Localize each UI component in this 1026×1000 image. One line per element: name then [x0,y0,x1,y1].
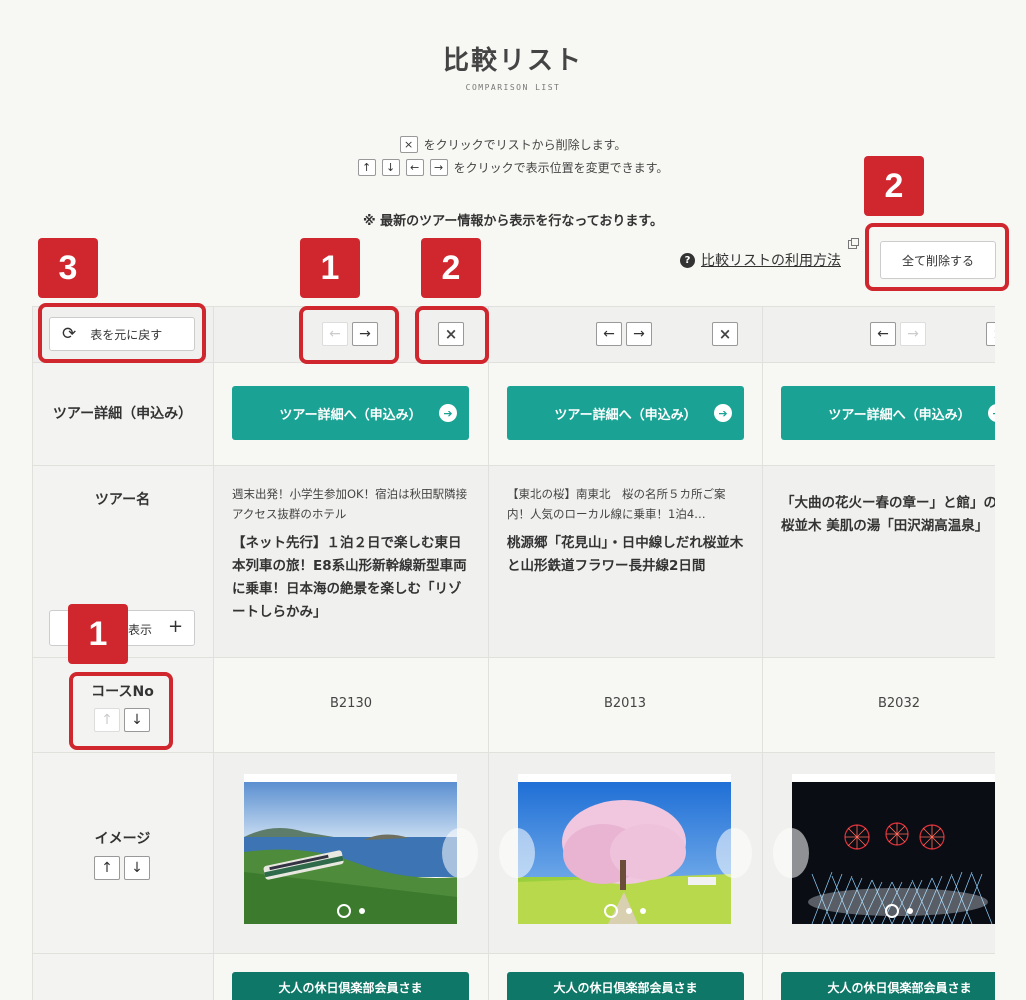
carousel-dot[interactable] [358,908,365,914]
tour-subtitle: 週末出発！小学生参加OK！宿泊は秋田駅隣接 アクセス抜群のホテル [232,487,468,521]
arrow-left-icon: ← [405,159,424,176]
tour-detail-label: ツアー詳細へ（申込み） [554,407,697,423]
move-right-button[interactable]: → [626,322,652,346]
annotation-badge-2b: 2 [421,238,481,298]
tour-image [518,782,731,924]
page-subtitle: COMPARISON LIST [465,83,561,92]
tour-name: 「大曲の花火ー春の章ー」と館」の桜並木 美肌の湯「田沢湖高温泉」 [781,495,995,534]
carousel-dot-active[interactable] [884,904,899,918]
carousel-dot[interactable] [625,908,632,914]
annotation-box-move-column [299,306,399,364]
carousel-dot-active[interactable] [336,904,351,918]
comparison-table: ⟳ 表を元に戻す ← → × ← → × ← → × ツアー詳細（申込み） ツア… [32,306,995,1000]
annotation-box-move-row [69,672,173,750]
annotation-badge-3: 3 [38,238,98,298]
tour-name: 桃源郷「花見山」・日中線しだれ桜並木と山形鉄道フラワー長井線2日間 [507,535,744,574]
tour-name: 【ネット先行】１泊２日で楽しむ東日本列車の旅！E8系山形新幹線新型車両に乗車！日… [232,535,467,620]
tour-detail-label: ツアー詳細へ（申込み） [828,407,971,423]
carousel-dots[interactable] [518,904,731,918]
tour-image [244,782,457,924]
member-button[interactable]: 大人の休日倶楽部会員さま [507,972,744,1000]
tour-detail-button[interactable]: ツアー詳細へ（申込み） ➔ [232,386,469,440]
arrow-circle-icon: ➔ [988,404,995,422]
tour-detail-button[interactable]: ツアー詳細へ（申込み） ➔ [781,386,995,440]
course-number: B2130 [329,696,372,711]
carousel-next-button[interactable] [716,828,752,878]
carousel-dot[interactable] [639,908,646,914]
arrow-right-icon: → [429,159,448,176]
carousel-dots[interactable] [792,904,995,918]
remove-tour-button[interactable]: × [712,322,738,346]
carousel-next-button[interactable] [442,828,478,878]
remove-tour-button[interactable]: × [986,322,995,346]
tour-image [792,782,995,924]
arrow-up-icon: ↑ [357,159,376,176]
tour-subtitle: 【東北の桜】南東北 桜の名所５カ所ご案内！人気のローカル線に乗車！1泊4… [507,487,726,521]
help-link[interactable]: ? 比較リストの利用方法 [680,250,841,270]
row-label-image: イメージ [94,831,151,847]
instruction-delete: × をクリックでリストから削除します。 [0,136,1026,153]
move-left-button[interactable]: ← [870,322,896,346]
external-link-icon [848,238,859,249]
move-down-button[interactable]: ↓ [124,856,150,880]
close-icon: × [399,136,418,153]
tour-image-carousel[interactable] [518,774,731,924]
course-number: B2013 [603,696,646,711]
tour-detail-label: ツアー詳細へ（申込み） [279,407,422,423]
help-icon: ? [680,252,695,268]
course-number: B2032 [877,696,920,711]
instruction-move-text: をクリックで表示位置を変更できます。 [453,161,669,175]
help-link-label: 比較リストの利用方法 [701,253,841,269]
tour-detail-button[interactable]: ツアー詳細へ（申込み） ➔ [507,386,744,440]
tour-image-carousel[interactable] [792,774,995,924]
move-left-button[interactable]: ← [596,322,622,346]
annotation-box-delete-all [865,223,1009,291]
carousel-dot[interactable] [906,908,913,914]
show-more-label: 表示 [128,623,153,637]
annotation-box-reset [38,303,206,363]
instruction-delete-text: をクリックでリストから削除します。 [423,138,627,152]
carousel-dots[interactable] [244,904,457,918]
arrow-circle-icon: ➔ [439,404,457,422]
tour-image-carousel[interactable] [244,774,457,924]
member-button[interactable]: 大人の休日倶楽部会員さま [781,972,995,1000]
row-label-tour-name: ツアー名 [94,492,151,508]
arrow-circle-icon: ➔ [714,404,732,422]
carousel-prev-button[interactable] [499,828,535,878]
page-title: 比較リスト [442,46,583,76]
move-right-button[interactable]: → [900,322,926,346]
annotation-badge-1b: 1 [68,604,128,664]
carousel-prev-button[interactable] [773,828,809,878]
plus-icon: + [168,616,184,637]
carousel-dot-active[interactable] [603,904,618,918]
row-label-detail: ツアー詳細（申込み） [52,406,193,422]
annotation-box-remove [415,306,489,364]
move-up-button[interactable]: ↑ [94,856,120,880]
annotation-badge-1: 1 [300,238,360,298]
member-button[interactable]: 大人の休日倶楽部会員さま [232,972,469,1000]
annotation-badge-2: 2 [864,156,924,216]
arrow-down-icon: ↓ [381,159,400,176]
